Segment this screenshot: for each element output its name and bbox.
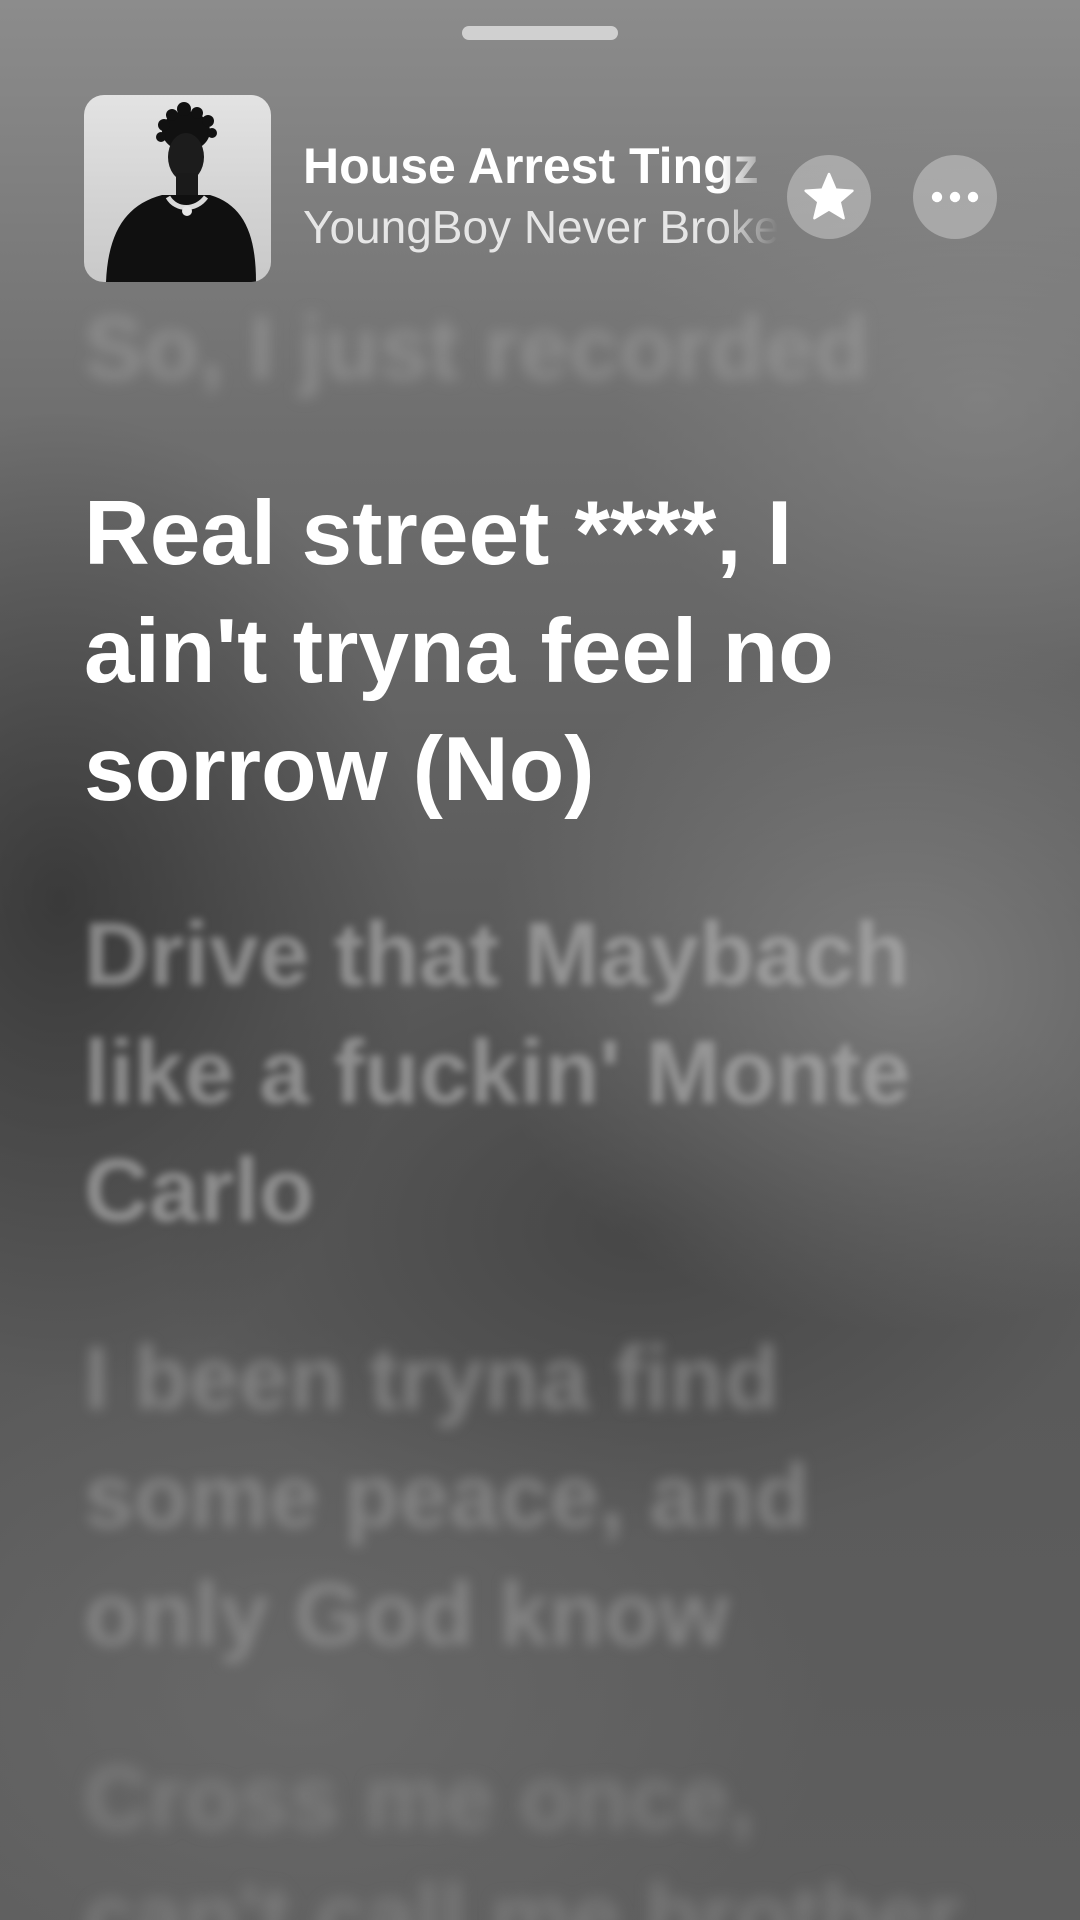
sheet-grabber[interactable]	[462, 26, 618, 40]
lyric-line-previous[interactable]: So, I just recorded	[84, 290, 984, 408]
favorite-button[interactable]	[787, 155, 871, 239]
artist-portrait-image	[106, 102, 256, 282]
lyric-line-next[interactable]: Drive that Maybach like a fuckin' Monte …	[84, 896, 984, 1250]
lyrics-screen: So, I just recorded Real street ****, I …	[0, 0, 1080, 1920]
more-options-button[interactable]	[913, 155, 997, 239]
album-artwork[interactable]	[84, 95, 271, 282]
lyric-line-next[interactable]: Cross me once, can't call me brother	[84, 1740, 984, 1920]
track-artist: YoungBoy Never Broke Again	[303, 201, 778, 253]
lyric-line-current[interactable]: Real street ****, I ain't tryna feel no …	[84, 475, 984, 829]
now-playing-info[interactable]: House Arrest Tingz YoungBoy Never Broke …	[303, 136, 778, 266]
track-title: House Arrest Tingz	[303, 138, 759, 194]
star-icon	[804, 172, 854, 220]
ellipsis-icon	[931, 191, 979, 203]
lyric-line-next[interactable]: I been tryna find some peace, and only G…	[84, 1320, 984, 1674]
